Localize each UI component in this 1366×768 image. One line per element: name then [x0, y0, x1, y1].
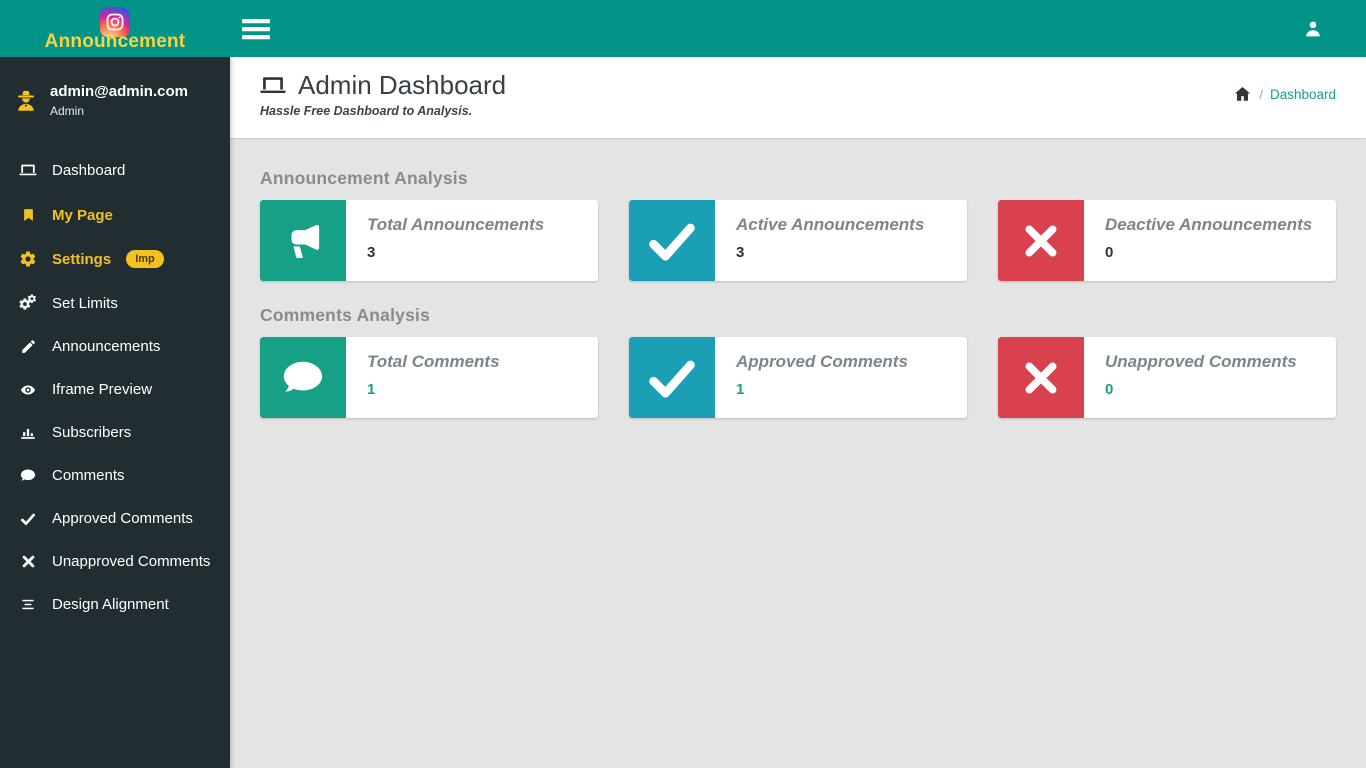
- card-title: Active Announcements: [736, 215, 925, 234]
- sidebar-item-dashboard[interactable]: Dashboard: [0, 148, 230, 193]
- sidebar-item-iframe-preview[interactable]: Iframe Preview: [0, 368, 230, 411]
- page-title: Admin Dashboard: [298, 70, 507, 100]
- breadcrumb: / Dashboard: [1233, 85, 1336, 103]
- card-value: 3: [367, 244, 376, 261]
- gear-icon: [17, 250, 39, 268]
- breadcrumb-current[interactable]: Dashboard: [1270, 87, 1336, 102]
- card-title: Approved Comments: [736, 352, 908, 371]
- bullhorn-icon: [260, 200, 346, 281]
- sidebar-item-label: Approved Comments: [52, 510, 193, 527]
- top-navbar: Announcement: [0, 0, 1366, 57]
- laptop-icon: [258, 72, 288, 100]
- card-title: Unapproved Comments: [1105, 352, 1297, 371]
- sidebar-item-label: Announcements: [52, 338, 161, 355]
- user-icon[interactable]: [1302, 18, 1324, 40]
- cogs-icon: [17, 294, 39, 312]
- sidebar-item-my-page[interactable]: My Page: [0, 193, 230, 237]
- sidebar-item-approved-comments[interactable]: Approved Comments: [0, 497, 230, 540]
- sidebar-menu: Dashboard My Page Settings Imp Set Limits Ann…: [0, 148, 230, 626]
- card-title: Deactive Announcements: [1105, 215, 1313, 234]
- card-value: 0: [1105, 244, 1114, 261]
- hamburger-icon[interactable]: [242, 16, 270, 42]
- x-icon: [998, 337, 1084, 418]
- user-role: Admin: [50, 104, 85, 118]
- card-active-announcements: Active Announcements 3: [629, 200, 967, 281]
- check-icon: [629, 337, 715, 418]
- check-icon: [629, 200, 715, 281]
- imp-badge: Imp: [126, 250, 164, 268]
- sidebar-item-label: Iframe Preview: [52, 381, 153, 398]
- home-icon[interactable]: [1233, 85, 1252, 103]
- sidebar-item-label: Subscribers: [52, 424, 132, 441]
- eye-icon: [17, 382, 39, 398]
- card-value: 3: [736, 244, 745, 261]
- card-deactive-announcements: Deactive Announcements 0: [998, 200, 1336, 281]
- content: Announcement Analysis Total Announcements…: [230, 138, 1366, 418]
- laptop-icon: [17, 161, 39, 180]
- sidebar-item-unapproved-comments[interactable]: Unapproved Comments: [0, 540, 230, 583]
- sidebar-item-label: Dashboard: [52, 162, 126, 179]
- sidebar-item-settings[interactable]: Settings Imp: [0, 237, 230, 281]
- sidebar: admin@admin.com Admin Dashboard My Page Se…: [0, 57, 230, 768]
- sidebar-item-label: My Page: [52, 206, 113, 224]
- sidebar-item-comments[interactable]: Comments: [0, 454, 230, 497]
- card-value: 0: [1105, 381, 1114, 398]
- section-comments-analysis: Comments Analysis Total Comments 1 Approved…: [260, 305, 1336, 418]
- section-announcement-analysis: Announcement Analysis Total Announcements…: [260, 168, 1336, 281]
- x-icon: [998, 200, 1084, 281]
- sidebar-item-subscribers[interactable]: Subscribers: [0, 411, 230, 454]
- x-icon: [17, 554, 39, 569]
- user-email: admin@admin.com: [50, 83, 188, 100]
- page-header: Admin Dashboard Hassle Free Dashboard to…: [230, 57, 1366, 138]
- sidebar-item-label: Design Alignment: [52, 596, 169, 613]
- user-secret-icon: [13, 87, 39, 115]
- topbar-main: [230, 0, 1366, 57]
- card-approved-comments: Approved Comments 1: [629, 337, 967, 418]
- main-area: Admin Dashboard Hassle Free Dashboard to…: [230, 57, 1366, 768]
- pencil-icon: [17, 338, 39, 355]
- brand-logo[interactable]: Announcement: [0, 0, 230, 57]
- sidebar-item-label: Unapproved Comments: [52, 553, 211, 570]
- section-title: Comments Analysis: [260, 305, 431, 325]
- sidebar-item-label: Set Limits: [52, 294, 118, 312]
- sidebar-item-set-limits[interactable]: Set Limits: [0, 281, 230, 325]
- brand-name: Announcement: [44, 30, 186, 52]
- align-icon: [17, 597, 39, 612]
- comment-icon: [260, 337, 346, 418]
- page-subtitle: Hassle Free Dashboard to Analysis.: [260, 104, 473, 118]
- bookmark-icon: [17, 206, 39, 224]
- sidebar-item-announcements[interactable]: Announcements: [0, 325, 230, 368]
- card-title: Total Comments: [367, 352, 500, 371]
- bar-chart-icon: [17, 424, 39, 441]
- breadcrumb-separator: /: [1259, 86, 1263, 102]
- card-value: 1: [736, 381, 745, 398]
- sidebar-item-label: Settings: [52, 250, 112, 268]
- sidebar-item-design-alignment[interactable]: Design Alignment: [0, 583, 230, 626]
- card-value: 1: [367, 381, 376, 398]
- card-total-announcements: Total Announcements 3: [260, 200, 598, 281]
- user-panel: admin@admin.com Admin: [0, 57, 230, 136]
- check-icon: [17, 511, 39, 527]
- card-unapproved-comments: Unapproved Comments 0: [998, 337, 1336, 418]
- card-title: Total Announcements: [367, 215, 545, 234]
- comment-icon: [17, 467, 39, 484]
- sidebar-item-label: Comments: [52, 467, 125, 484]
- section-title: Announcement Analysis: [260, 168, 468, 188]
- card-total-comments: Total Comments 1: [260, 337, 598, 418]
